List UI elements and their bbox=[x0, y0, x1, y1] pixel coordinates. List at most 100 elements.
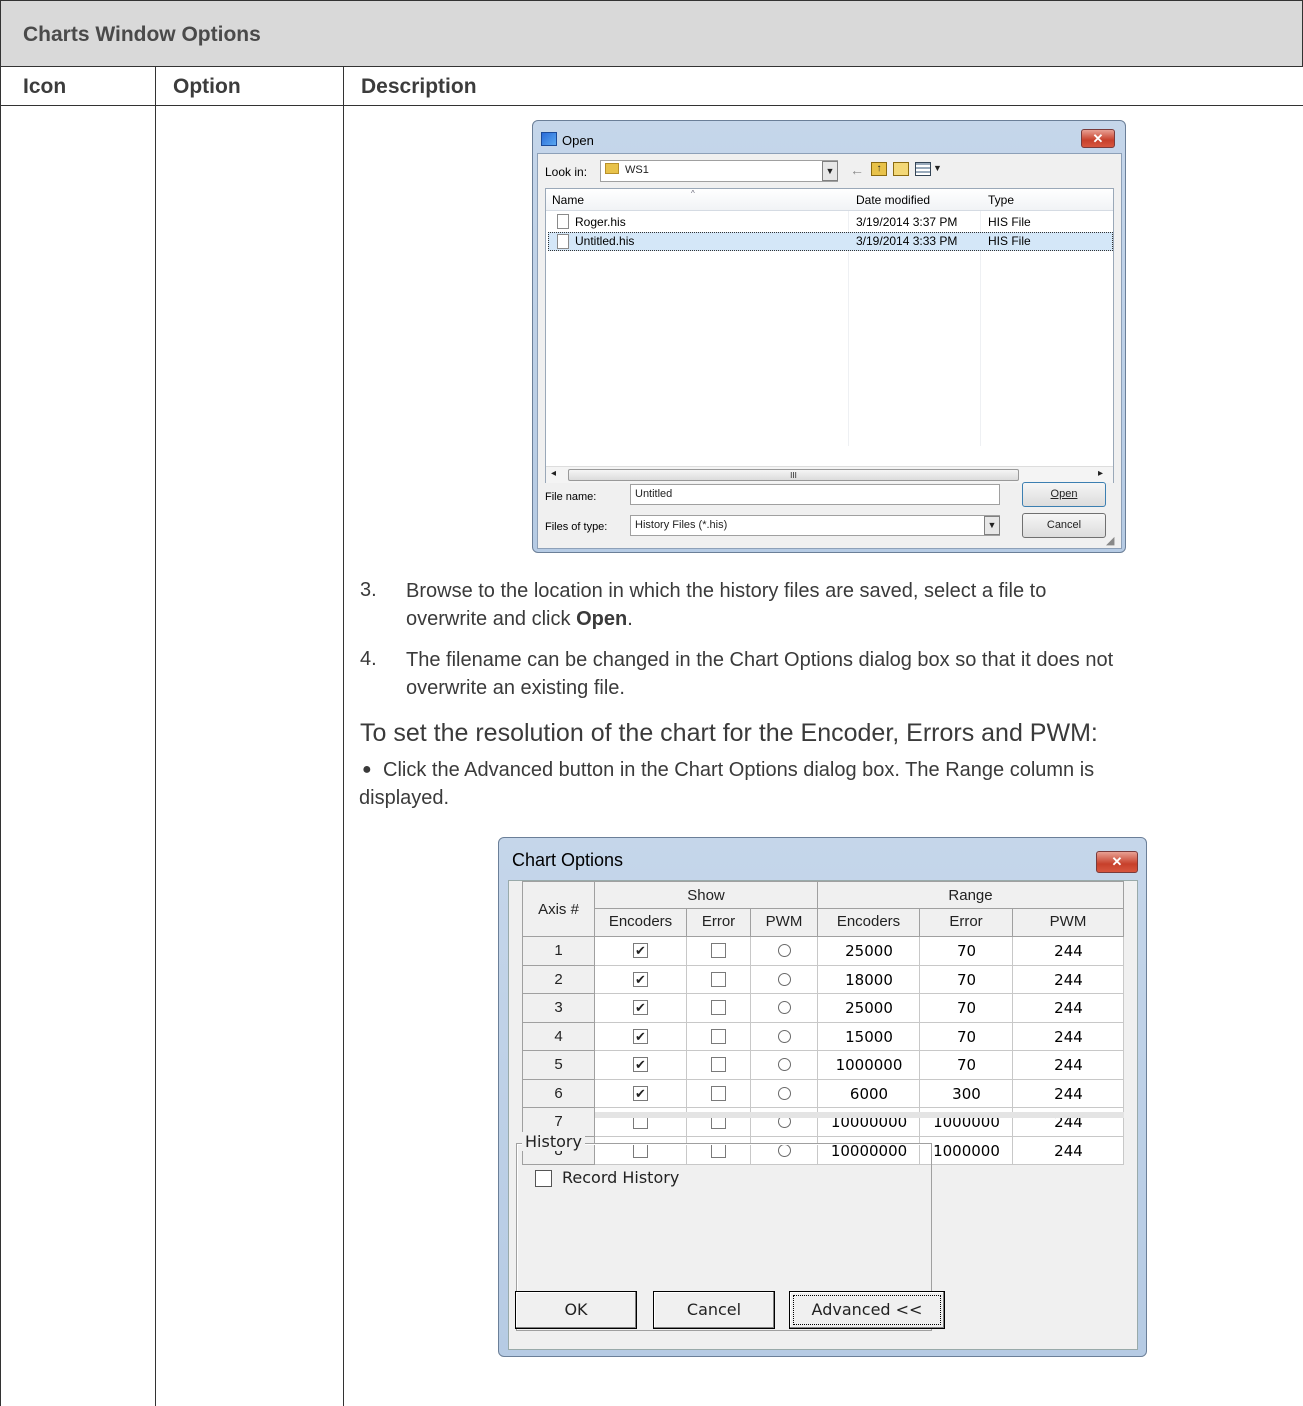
range-error-value[interactable]: 70 bbox=[920, 994, 1013, 1023]
file-type-select[interactable]: History Files (*.his) bbox=[630, 515, 1000, 536]
range-encoders-value[interactable]: 1000000 bbox=[818, 1051, 920, 1080]
range-pwm-value[interactable]: 244 bbox=[1013, 1051, 1124, 1080]
show-encoders-checkbox[interactable]: ✔ bbox=[633, 1085, 648, 1101]
column-icon: Icon bbox=[23, 75, 67, 98]
range-error-value[interactable]: 300 bbox=[920, 1080, 1013, 1109]
axis-row: 3 ✔ 25000 70 244 bbox=[522, 994, 1124, 1023]
show-error-checkbox[interactable] bbox=[711, 1057, 726, 1073]
file-row[interactable]: Roger.his 3/19/2014 3:37 PM HIS File bbox=[548, 213, 1113, 232]
range-pwm-value[interactable]: 244 bbox=[1013, 1023, 1124, 1052]
range-pwm-value[interactable]: 244 bbox=[1013, 1080, 1124, 1109]
range-encoders-value[interactable]: 18000 bbox=[818, 966, 920, 995]
file-list-header: Name ^ Date modified Type bbox=[546, 189, 1113, 211]
cancel-button[interactable]: Cancel bbox=[1022, 513, 1106, 538]
show-pwm-radio[interactable] bbox=[777, 944, 791, 958]
view-menu-icon[interactable] bbox=[915, 162, 931, 176]
show-encoders-checkbox[interactable]: ✔ bbox=[633, 943, 648, 959]
view-menu-arrow-icon[interactable]: ▼ bbox=[933, 163, 942, 173]
range-pwm-value[interactable]: 244 bbox=[1013, 994, 1124, 1023]
range-encoders-value[interactable]: 6000 bbox=[818, 1080, 920, 1109]
file-icon bbox=[557, 214, 569, 229]
record-history-checkbox[interactable] bbox=[535, 1170, 552, 1187]
cancel-button[interactable]: Cancel bbox=[653, 1291, 775, 1329]
scroll-left-icon[interactable]: ◂ bbox=[551, 468, 556, 479]
range-error-value[interactable]: 70 bbox=[920, 1051, 1013, 1080]
horizontal-scrollbar[interactable]: ◂ III ▸ bbox=[546, 466, 1113, 483]
file-type-dropdown-icon[interactable]: ▼ bbox=[984, 516, 1000, 535]
show-pwm-radio[interactable] bbox=[777, 1029, 791, 1043]
table-border-left bbox=[0, 66, 1, 1406]
axis-row: 6 ✔ 6000 300 244 bbox=[522, 1079, 1124, 1109]
file-row-selected[interactable]: Untitled.his 3/19/2014 3:33 PM HIS File bbox=[548, 232, 1113, 251]
close-icon[interactable]: ✕ bbox=[1096, 851, 1138, 873]
history-group-label: History bbox=[522, 1132, 585, 1151]
range-error-value[interactable]: 70 bbox=[920, 937, 1013, 966]
range-pwm-value[interactable]: 244 bbox=[1013, 966, 1124, 995]
axis-row: 1 ✔ 25000 70 244 bbox=[522, 937, 1124, 966]
show-encoders-checkbox[interactable]: ✔ bbox=[633, 1057, 648, 1073]
axis-row: 2 ✔ 18000 70 244 bbox=[522, 965, 1124, 995]
ok-button[interactable]: OK bbox=[515, 1291, 637, 1329]
resolution-heading: To set the resolution of the chart for t… bbox=[360, 719, 1098, 747]
open-dialog: Open ✕ Look in: WS1 ▼ ← ↑ ▼ Name ^ Date … bbox=[532, 120, 1126, 553]
show-error-checkbox[interactable] bbox=[711, 1028, 726, 1044]
file-name-label: File name: bbox=[545, 491, 597, 503]
step-3-text: Browse to the location in which the hist… bbox=[406, 577, 1286, 633]
range-error-value[interactable]: 1000000 bbox=[920, 1137, 1013, 1166]
show-encoders-checkbox[interactable]: ✔ bbox=[633, 971, 648, 987]
up-folder-icon[interactable]: ↑ bbox=[871, 162, 887, 176]
back-icon[interactable]: ← bbox=[850, 162, 864, 178]
scroll-thumb[interactable]: III bbox=[568, 469, 1019, 481]
scroll-grip: III bbox=[790, 471, 797, 480]
scroll-right-icon[interactable]: ▸ bbox=[1098, 468, 1103, 479]
show-pwm-radio[interactable] bbox=[777, 1086, 791, 1100]
show-error-checkbox[interactable] bbox=[711, 943, 726, 959]
range-pwm-value[interactable]: 244 bbox=[1013, 937, 1124, 966]
look-in-label: Look in: bbox=[545, 165, 588, 179]
axis-number: 1 bbox=[522, 937, 595, 966]
range-encoders-value[interactable]: 15000 bbox=[818, 1023, 920, 1052]
axis-row: 4 ✔ 15000 70 244 bbox=[522, 1022, 1124, 1052]
file-name-input[interactable]: Untitled bbox=[630, 484, 1000, 505]
range-error-value[interactable]: 70 bbox=[920, 1023, 1013, 1052]
show-pwm-radio[interactable] bbox=[777, 1001, 791, 1015]
new-folder-icon[interactable] bbox=[893, 162, 909, 176]
range-encoders-header: Encoders bbox=[818, 909, 920, 937]
file-list: Name ^ Date modified Type Roger.his 3/19… bbox=[545, 188, 1114, 483]
range-pwm-value[interactable]: 244 bbox=[1013, 1137, 1124, 1166]
show-error-checkbox[interactable] bbox=[711, 1000, 726, 1016]
bullet-line-2: displayed. bbox=[359, 787, 450, 809]
range-error-value[interactable]: 70 bbox=[920, 966, 1013, 995]
step-4-line-2: overwrite an existing file. bbox=[406, 677, 625, 699]
file-type-label: Files of type: bbox=[545, 521, 608, 533]
look-in-select[interactable]: WS1 bbox=[600, 160, 838, 182]
grid-scroll-strip bbox=[595, 1112, 1124, 1118]
show-error-header: Error bbox=[687, 909, 751, 937]
close-icon[interactable]: ✕ bbox=[1081, 129, 1115, 148]
column-type[interactable]: Type bbox=[988, 193, 1014, 207]
show-encoders-checkbox[interactable]: ✔ bbox=[633, 1028, 648, 1044]
range-encoders-value[interactable]: 25000 bbox=[818, 937, 920, 966]
dialog-title: Chart Options bbox=[512, 850, 624, 870]
show-error-checkbox[interactable] bbox=[711, 971, 726, 987]
advanced-button[interactable]: Advanced << bbox=[789, 1291, 945, 1329]
show-header: Show bbox=[595, 881, 818, 909]
bullet-icon: ● bbox=[362, 761, 372, 778]
record-history-label[interactable]: Record History bbox=[562, 1168, 679, 1187]
file-type: HIS File bbox=[988, 234, 1031, 248]
look-in-value: WS1 bbox=[625, 164, 649, 176]
resize-grip-icon[interactable]: ◢ bbox=[1106, 534, 1114, 547]
range-error-header: Error bbox=[920, 909, 1013, 937]
show-encoders-checkbox[interactable]: ✔ bbox=[633, 1000, 648, 1016]
section-header: Charts Window Options bbox=[0, 0, 1303, 66]
column-date-modified[interactable]: Date modified bbox=[856, 193, 930, 207]
range-encoders-value[interactable]: 25000 bbox=[818, 994, 920, 1023]
open-button[interactable]: Open bbox=[1022, 482, 1106, 507]
chart-options-dialog: Chart Options ✕ Axis # Show Range Encode… bbox=[498, 837, 1147, 1357]
show-pwm-radio[interactable] bbox=[777, 1058, 791, 1072]
look-in-dropdown-icon[interactable]: ▼ bbox=[822, 161, 838, 181]
column-name[interactable]: Name bbox=[552, 193, 584, 207]
show-error-checkbox[interactable] bbox=[711, 1085, 726, 1101]
show-pwm-radio[interactable] bbox=[777, 972, 791, 986]
step-number-4: 4. bbox=[360, 648, 377, 670]
